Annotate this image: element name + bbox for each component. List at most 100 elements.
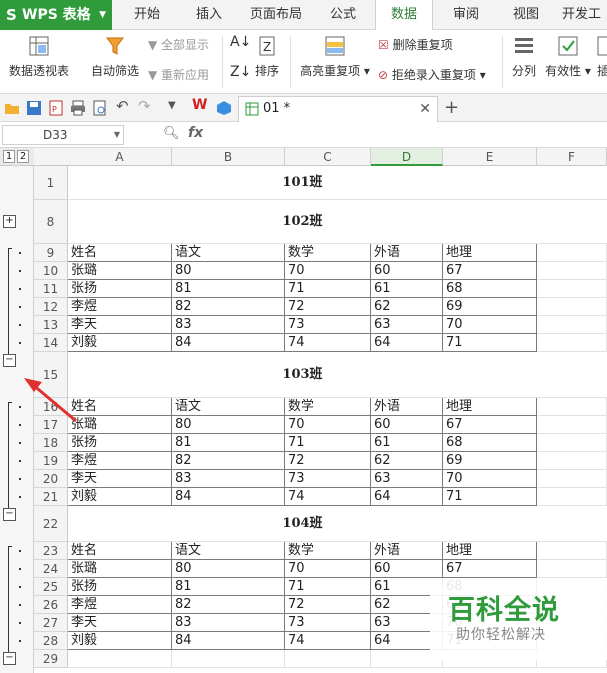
cell[interactable]	[172, 650, 285, 668]
data-cell[interactable]: 李天	[68, 470, 172, 488]
cell[interactable]	[537, 166, 607, 200]
data-cell[interactable]	[537, 470, 607, 488]
data-cell[interactable]: 70	[443, 470, 537, 488]
header-cell[interactable]: 姓名	[68, 244, 172, 262]
header-cell[interactable]	[537, 244, 607, 262]
tab-formula[interactable]: 公式	[320, 0, 366, 30]
data-cell[interactable]: 张扬	[68, 578, 172, 596]
header-cell[interactable]: 外语	[371, 398, 443, 416]
close-icon[interactable]: ✕	[419, 97, 431, 121]
data-cell[interactable]: 70	[443, 316, 537, 334]
validation-button[interactable]: 有效性 ▾	[544, 34, 592, 79]
data-cell[interactable]: 63	[371, 470, 443, 488]
data-cell[interactable]: 74	[285, 334, 371, 352]
data-cell[interactable]: 70	[285, 262, 371, 280]
data-cell[interactable]	[537, 488, 607, 506]
reapply-button[interactable]: ▼ 重新应用	[148, 66, 209, 83]
data-cell[interactable]: 64	[371, 334, 443, 352]
data-cell[interactable]: 李天	[68, 614, 172, 632]
data-cell[interactable]: 71	[443, 488, 537, 506]
row-header[interactable]: 23	[34, 542, 68, 560]
data-cell[interactable]: 72	[285, 452, 371, 470]
data-cell[interactable]: 81	[172, 280, 285, 298]
data-cell[interactable]: 60	[371, 262, 443, 280]
data-cell[interactable]	[537, 416, 607, 434]
data-cell[interactable]: 80	[172, 560, 285, 578]
row-header[interactable]: 24	[34, 560, 68, 578]
data-cell[interactable]: 72	[285, 298, 371, 316]
header-cell[interactable]: 地理	[443, 398, 537, 416]
tab-review[interactable]: 审阅	[446, 0, 486, 30]
row-header[interactable]: 10	[34, 262, 68, 280]
data-cell[interactable]: 60	[371, 560, 443, 578]
class-title[interactable]: 102班	[68, 200, 537, 244]
data-cell[interactable]: 刘毅	[68, 334, 172, 352]
data-cell[interactable]: 70	[285, 416, 371, 434]
expand-group-button[interactable]: +	[3, 215, 16, 228]
text-to-columns-button[interactable]: 分列	[508, 34, 540, 79]
pivot-table-button[interactable]: 数据透视表	[6, 34, 72, 79]
header-cell[interactable]: 数学	[285, 542, 371, 560]
data-cell[interactable]: 84	[172, 334, 285, 352]
data-cell[interactable]: 73	[285, 470, 371, 488]
column-header-c[interactable]: C	[285, 148, 371, 166]
row-header[interactable]: 1	[34, 166, 68, 200]
data-cell[interactable]: 84	[172, 632, 285, 650]
data-cell[interactable]: 61	[371, 434, 443, 452]
row-header[interactable]: 27	[34, 614, 68, 632]
insert-dropdown-button[interactable]: 插	[596, 34, 607, 79]
header-cell[interactable]: 外语	[371, 244, 443, 262]
header-cell[interactable]: 数学	[285, 398, 371, 416]
row-header[interactable]: 18	[34, 434, 68, 452]
row-header[interactable]: 21	[34, 488, 68, 506]
row-header[interactable]: 19	[34, 452, 68, 470]
data-cell[interactable]: 李煜	[68, 596, 172, 614]
data-cell[interactable]: 62	[371, 298, 443, 316]
data-cell[interactable]: 张璐	[68, 416, 172, 434]
function-icon[interactable]: fx	[188, 125, 203, 141]
redo-icon[interactable]: ↷	[138, 97, 154, 115]
row-header[interactable]: 9	[34, 244, 68, 262]
data-cell[interactable]	[537, 434, 607, 452]
data-cell[interactable]: 71	[285, 434, 371, 452]
tab-developer[interactable]: 开发工	[562, 0, 607, 30]
row-header[interactable]: 12	[34, 298, 68, 316]
data-cell[interactable]: 81	[172, 434, 285, 452]
data-cell[interactable]: 67	[443, 560, 537, 578]
data-cell[interactable]: 67	[443, 416, 537, 434]
row-header[interactable]: 20	[34, 470, 68, 488]
data-cell[interactable]: 李天	[68, 316, 172, 334]
data-cell[interactable]: 64	[371, 488, 443, 506]
data-cell[interactable]: 83	[172, 470, 285, 488]
autofilter-button[interactable]: 自动筛选	[88, 34, 142, 79]
data-cell[interactable]: 70	[285, 560, 371, 578]
cell[interactable]	[537, 200, 607, 244]
data-cell[interactable]: 74	[285, 488, 371, 506]
show-all-button[interactable]: ▼ 全部显示	[148, 36, 209, 53]
data-cell[interactable]	[537, 560, 607, 578]
print-icon[interactable]	[70, 100, 86, 116]
row-header[interactable]: 15	[34, 352, 68, 398]
column-header-a[interactable]: A	[68, 148, 172, 166]
save-icon[interactable]	[26, 100, 42, 116]
data-cell[interactable]: 68	[443, 434, 537, 452]
data-cell[interactable]: 72	[285, 596, 371, 614]
header-cell[interactable]: 地理	[443, 244, 537, 262]
row-header[interactable]: 16	[34, 398, 68, 416]
column-header-d[interactable]: D	[371, 148, 443, 166]
undo-icon[interactable]: ↶	[116, 97, 132, 115]
row-header[interactable]: 29	[34, 650, 68, 668]
column-header-e[interactable]: E	[443, 148, 537, 166]
data-cell[interactable]: 80	[172, 262, 285, 280]
data-cell[interactable]: 82	[172, 596, 285, 614]
data-cell[interactable]: 74	[285, 632, 371, 650]
header-cell[interactable]: 外语	[371, 542, 443, 560]
highlight-duplicates-button[interactable]: 高亮重复项 ▾	[298, 34, 372, 79]
row-header[interactable]: 28	[34, 632, 68, 650]
header-cell[interactable]: 语文	[172, 244, 285, 262]
cell[interactable]	[537, 506, 607, 542]
data-cell[interactable]: 71	[285, 280, 371, 298]
row-header[interactable]: 25	[34, 578, 68, 596]
row-header[interactable]: 22	[34, 506, 68, 542]
data-cell[interactable]: 68	[443, 280, 537, 298]
